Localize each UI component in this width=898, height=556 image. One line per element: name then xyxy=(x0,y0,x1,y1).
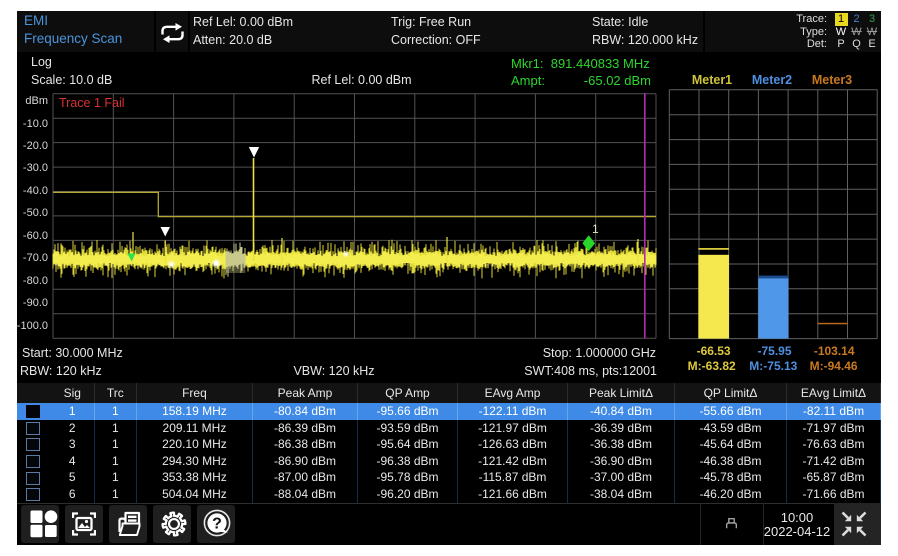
svg-text:?: ? xyxy=(212,516,222,533)
